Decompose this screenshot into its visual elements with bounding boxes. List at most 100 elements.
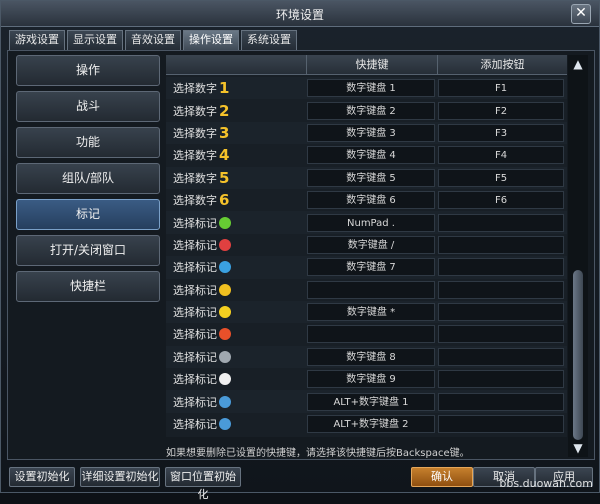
add-key-cell[interactable] xyxy=(438,303,564,322)
title-bar[interactable]: 环境设置 ✕ xyxy=(1,1,599,27)
keybind-table: 快捷键 添加按钮 选择数字 1 数字键盘 1 F1 选择数字 2 数字键盘 2 F2 选择数字 3… xyxy=(166,55,567,437)
prohibited-icon xyxy=(219,238,231,251)
sidebar-item-hotbar[interactable]: 快捷栏 xyxy=(16,271,160,302)
shortcut-cell[interactable]: ALT+数字键盘 2 xyxy=(307,415,435,434)
row-label-cell: 选择标记 xyxy=(166,349,307,365)
window-position-reset-button[interactable]: 窗口位置初始化 xyxy=(165,467,241,501)
add-key-cell[interactable] xyxy=(438,347,564,366)
row-label: 选择标记 xyxy=(173,328,217,342)
shortcut-cell[interactable]: 数字键盘 7 xyxy=(307,258,435,277)
marker-number: 1 xyxy=(219,79,230,98)
shortcut-cell[interactable]: 数字键盘 5 xyxy=(307,168,435,187)
row-label: 选择标记 xyxy=(173,216,217,230)
table-row[interactable]: 选择标记 NumPad . xyxy=(166,211,567,234)
table-row[interactable]: 选择数字 3 数字键盘 3 F3 xyxy=(166,121,567,145)
row-label-cell: 选择数字 3 xyxy=(166,124,307,142)
table-row[interactable]: 选择数字 5 数字键盘 5 F5 xyxy=(166,166,567,189)
row-label: 选择标记 xyxy=(173,306,217,320)
shortcut-cell[interactable]: 数字键盘 * xyxy=(307,303,435,322)
sidebar-item-party[interactable]: 组队/部队 xyxy=(16,163,160,194)
row-label-cell: 选择标记 xyxy=(166,282,307,298)
sleep-icon xyxy=(219,216,231,229)
shortcut-cell[interactable]: 数字键盘 2 xyxy=(307,101,435,120)
add-key-cell[interactable]: F2 xyxy=(438,101,564,120)
table-row[interactable]: 选择标记 数字键盘 * xyxy=(166,300,567,324)
scrollbar[interactable]: ▲ ▼ xyxy=(568,55,588,457)
row-label: 选择数字 xyxy=(173,104,217,118)
add-key-cell[interactable]: F4 xyxy=(438,146,564,165)
marker-number: 3 xyxy=(219,123,230,142)
star-icon xyxy=(219,306,231,319)
tab-sound[interactable]: 音效设置 xyxy=(125,30,181,50)
scroll-up-icon[interactable]: ▲ xyxy=(570,57,586,71)
add-key-cell[interactable]: F3 xyxy=(438,123,564,142)
shortcut-cell[interactable]: 数字键盘 1 xyxy=(307,79,435,98)
table-row[interactable]: 选择标记 ALT+数字键盘 2 xyxy=(166,413,567,435)
shortcut-cell[interactable] xyxy=(307,280,435,299)
row-label: 选择数字 xyxy=(173,149,217,163)
header-action xyxy=(166,55,307,75)
shortcut-cell[interactable]: 数字键盘 3 xyxy=(307,123,435,142)
table-row[interactable]: 选择标记 数字键盘 9 xyxy=(166,368,567,390)
add-key-cell[interactable]: F6 xyxy=(438,191,564,210)
scroll-thumb[interactable] xyxy=(573,270,583,440)
close-button[interactable]: ✕ xyxy=(571,4,591,24)
row-label-cell: 选择标记 xyxy=(166,416,307,432)
tab-game[interactable]: 游戏设置 xyxy=(9,30,65,50)
shortcut-cell[interactable] xyxy=(307,325,435,344)
row-label-cell: 选择标记 xyxy=(166,326,307,342)
sidebar-item-combat[interactable]: 战斗 xyxy=(16,91,160,122)
table-row[interactable]: 选择数字 4 数字键盘 4 F4 xyxy=(166,144,567,166)
shortcut-cell[interactable]: 数字键盘 9 xyxy=(307,370,435,389)
shortcut-cell[interactable]: 数字键盘 6 xyxy=(307,191,435,210)
table-row[interactable]: 选择数字 1 数字键盘 1 F1 xyxy=(166,77,567,100)
table-row[interactable]: 选择标记 xyxy=(166,323,567,345)
confirm-button[interactable]: 确认 xyxy=(411,467,473,487)
smiley-icon xyxy=(219,283,231,296)
shield-1-icon xyxy=(219,395,231,408)
row-label-cell: 选择标记 xyxy=(166,237,307,253)
table-row[interactable]: 选择数字 6 数字键盘 6 F6 xyxy=(166,189,567,211)
table-row[interactable]: 选择标记 xyxy=(166,279,567,301)
table-row[interactable]: 选择标记 数字键盘 / xyxy=(166,234,567,256)
scroll-down-icon[interactable]: ▼ xyxy=(570,441,586,455)
table-row[interactable]: 选择标记 数字键盘 8 xyxy=(166,345,567,369)
close-icon: ✕ xyxy=(575,5,587,21)
add-key-cell[interactable]: F5 xyxy=(438,168,564,187)
marker-number: 4 xyxy=(219,146,230,165)
shortcut-cell[interactable]: ALT+数字键盘 1 xyxy=(307,392,435,411)
tab-system[interactable]: 系统设置 xyxy=(241,30,297,50)
tab-display[interactable]: 显示设置 xyxy=(67,30,123,50)
detail-reset-button[interactable]: 详细设置初始化 xyxy=(80,467,160,487)
header-shortcut: 快捷键 xyxy=(307,55,438,75)
sidebar-item-function[interactable]: 功能 xyxy=(16,127,160,158)
shortcut-cell[interactable]: 数字键盘 / xyxy=(307,235,435,254)
add-key-cell[interactable]: F1 xyxy=(438,79,564,98)
reset-button[interactable]: 设置初始化 xyxy=(9,467,75,487)
row-label-cell: 选择标记 xyxy=(166,371,307,387)
row-label-cell: 选择标记 xyxy=(166,394,307,410)
table-row[interactable]: 选择标记 ALT+数字键盘 1 xyxy=(166,390,567,413)
sidebar-item-markers[interactable]: 标记 xyxy=(16,199,160,230)
shortcut-cell[interactable]: 数字键盘 8 xyxy=(307,347,435,366)
table-row[interactable]: 选择标记 数字键盘 7 xyxy=(166,256,567,279)
add-key-cell[interactable] xyxy=(438,258,564,277)
sidebar-item-windows[interactable]: 打开/关闭窗口 xyxy=(16,235,160,266)
add-key-cell[interactable] xyxy=(438,370,564,389)
shortcut-cell[interactable]: 数字键盘 4 xyxy=(307,146,435,165)
add-key-cell[interactable] xyxy=(438,213,564,232)
add-key-cell[interactable] xyxy=(438,392,564,411)
add-key-cell[interactable] xyxy=(438,325,564,344)
window-title: 环境设置 xyxy=(275,8,324,22)
sidebar-item-operation[interactable]: 操作 xyxy=(16,55,160,86)
shortcut-cell[interactable]: NumPad . xyxy=(307,213,435,232)
add-key-cell[interactable] xyxy=(438,235,564,254)
settings-body: 操作 战斗 功能 组队/部队 标记 打开/关闭窗口 快捷栏 快捷键 添加按钮 选… xyxy=(7,50,595,460)
add-key-cell[interactable] xyxy=(438,280,564,299)
add-key-cell[interactable] xyxy=(438,415,564,434)
row-label: 选择标记 xyxy=(173,395,217,409)
row-label-cell: 选择标记 xyxy=(166,215,307,231)
tab-controls[interactable]: 操作设置 xyxy=(183,30,239,50)
hint-text: 如果想要删除已设置的快捷键，请选择该快捷键后按Backspace键。 xyxy=(166,448,470,459)
table-row[interactable]: 选择数字 2 数字键盘 2 F2 xyxy=(166,99,567,121)
